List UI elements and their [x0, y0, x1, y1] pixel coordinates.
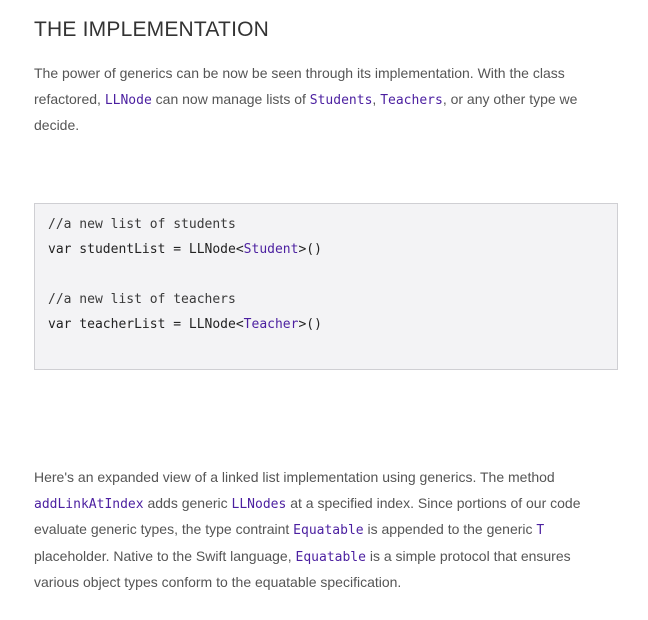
code-student-suffix: >(): [298, 242, 322, 257]
inline-code-equatable: Equatable: [293, 523, 364, 538]
code-comment-teachers: //a new list of teachers: [48, 292, 236, 307]
inline-code-addlinkatindex: addLinkAtIndex: [34, 496, 144, 512]
intro-paragraph: The power of generics can be now be seen…: [34, 61, 618, 139]
intro-text-2: can now manage lists of: [151, 90, 310, 107]
code-type-teacher: Teacher: [243, 317, 299, 332]
inline-code-equatable-2: Equatable: [295, 549, 366, 565]
inline-code-teachers: Teachers: [380, 92, 443, 108]
explain-text-5: placeholder. Native to the Swift languag…: [34, 547, 296, 564]
inline-code-t: T: [536, 523, 545, 538]
code-comment-students: //a new list of students: [48, 217, 236, 232]
code-line-student-list: var studentList = LLNode<Student>(): [48, 241, 322, 259]
code-type-student: Student: [243, 242, 299, 257]
code-block: //a new list of students var studentList…: [34, 203, 618, 370]
explain-text-2: adds generic: [143, 494, 232, 511]
code-student-prefix: var studentList = LLNode<: [48, 242, 244, 257]
inline-code-students: Students: [309, 92, 373, 108]
code-teacher-prefix: var teacherList = LLNode<: [48, 317, 244, 332]
explain-text-1: Here's an expanded view of a linked list…: [34, 469, 555, 485]
inline-code-llnode: LLNode: [104, 92, 152, 108]
code-teacher-suffix: >(): [298, 317, 322, 332]
inline-code-llnodes: LLNodes: [231, 496, 287, 512]
explanation-paragraph: Here's an expanded view of a linked list…: [34, 465, 618, 596]
explain-text-4: is appended to the generic: [363, 521, 537, 537]
code-line-teacher-list: var teacherList = LLNode<Teacher>(): [48, 316, 322, 334]
section-heading: THE IMPLEMENTATION: [34, 18, 269, 41]
